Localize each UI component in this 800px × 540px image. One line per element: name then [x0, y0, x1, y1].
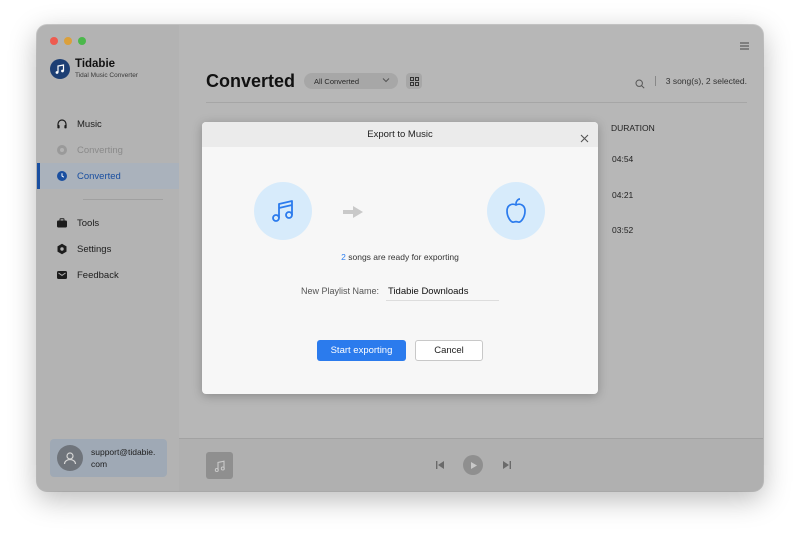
sidebar-item-music[interactable]: Music — [37, 111, 179, 137]
toolbox-icon — [56, 217, 68, 229]
sidebar-item-label: Converting — [77, 144, 123, 156]
sidebar-divider — [83, 199, 163, 200]
playlist-name-input[interactable] — [386, 282, 499, 301]
previous-track-icon[interactable] — [435, 457, 445, 475]
next-track-icon[interactable] — [502, 457, 512, 475]
sidebar-item-label: Music — [77, 118, 102, 130]
window-controls — [50, 37, 86, 45]
sidebar-item-tools[interactable]: Tools — [37, 210, 179, 236]
gear-icon — [56, 243, 68, 255]
filter-dropdown[interactable]: All Converted — [304, 73, 398, 89]
user-account[interactable]: support@tidabie.com — [50, 439, 167, 477]
duration-cell: 04:21 — [612, 190, 634, 200]
user-email: support@tidabie.com — [91, 447, 156, 469]
brand: Tidabie Tidal Music Converter — [50, 58, 138, 80]
toolbar-divider — [655, 76, 656, 86]
sidebar-item-label: Converted — [77, 170, 121, 182]
sidebar-item-label: Settings — [77, 243, 112, 255]
page-title: Converted — [206, 71, 296, 91]
export-dialog: Export to Music 2 songs are ready for ex… — [202, 122, 598, 394]
zoom-window-button[interactable] — [78, 37, 86, 45]
ready-text: songs are ready for exporting — [345, 252, 459, 262]
close-icon[interactable] — [580, 130, 589, 148]
sidebar-item-converted[interactable]: Converted — [37, 163, 179, 189]
play-icon — [470, 461, 477, 469]
playlist-name-label: New Playlist Name: — [301, 286, 380, 296]
app-name: Tidabie — [75, 58, 116, 70]
filter-value: All Converted — [314, 76, 360, 86]
apple-music-icon — [487, 182, 545, 240]
album-art-placeholder — [206, 452, 233, 479]
sidebar-item-label: Feedback — [77, 269, 119, 281]
header-divider — [206, 102, 747, 103]
dialog-title: Export to Music — [367, 129, 433, 140]
sidebar-item-settings[interactable]: Settings — [37, 236, 179, 262]
cancel-button[interactable]: Cancel — [415, 340, 483, 361]
converting-icon — [56, 144, 68, 156]
duration-cell: 03:52 — [612, 225, 634, 235]
sidebar: Tidabie Tidal Music Converter Music Conv… — [37, 25, 179, 491]
search-icon[interactable] — [635, 76, 645, 94]
sidebar-item-converting[interactable]: Converting — [37, 137, 179, 163]
grid-view-button[interactable] — [406, 73, 422, 89]
sidebar-item-label: Tools — [77, 217, 100, 229]
player-bar — [179, 438, 763, 491]
avatar — [57, 445, 83, 471]
arrow-right-icon — [342, 205, 364, 224]
hamburger-menu-icon[interactable] — [740, 37, 749, 55]
music-file-icon — [254, 182, 312, 240]
selection-count: 3 song(s), 2 selected. — [665, 76, 747, 86]
mail-icon — [56, 269, 68, 281]
clock-icon — [56, 170, 68, 182]
app-logo-icon — [50, 59, 70, 79]
play-button[interactable] — [463, 455, 483, 475]
close-window-button[interactable] — [50, 37, 58, 45]
duration-column-header[interactable]: DURATION — [611, 123, 655, 133]
app-subtitle: Tidal Music Converter — [75, 72, 138, 79]
grid-icon — [409, 76, 419, 86]
chevron-down-icon — [382, 76, 390, 86]
music-note-icon — [214, 460, 225, 472]
ready-message: 2 songs are ready for exporting — [202, 252, 598, 262]
start-exporting-button[interactable]: Start exporting — [317, 340, 406, 361]
headphones-icon — [56, 118, 68, 130]
duration-cell: 04:54 — [612, 154, 634, 164]
sidebar-item-feedback[interactable]: Feedback — [37, 262, 179, 288]
minimize-window-button[interactable] — [64, 37, 72, 45]
